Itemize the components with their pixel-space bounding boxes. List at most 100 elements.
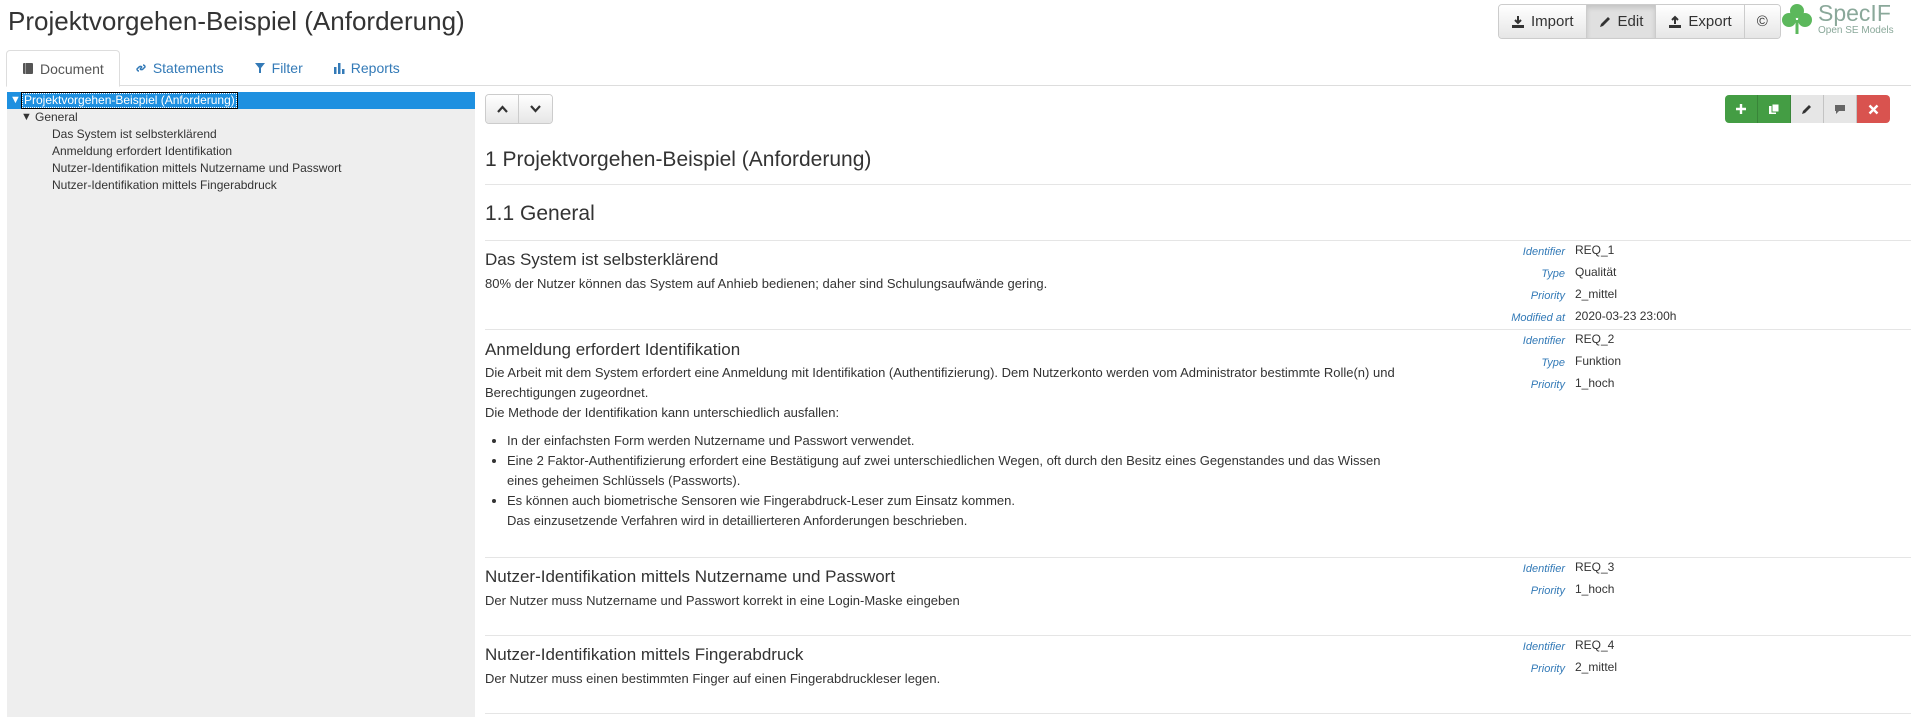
identifier-value: REQ_4 [1575, 638, 1615, 652]
resource-req-1[interactable]: Das System ist selbsterklärend 80% der N… [485, 240, 1911, 324]
view-tabs: Document Statements Filter Reports [6, 50, 1911, 87]
resource-properties: Identifier REQ_3 Priority 1_hoch [1485, 560, 1725, 604]
identifier-value: REQ_3 [1575, 560, 1615, 574]
priority-label: Priority [1530, 379, 1565, 391]
page-title: Projektvorgehen-Beispiel (Anforderung) [8, 6, 465, 36]
tree-folder-general[interactable]: ▼ General [7, 109, 475, 126]
import-label: Import [1531, 13, 1574, 30]
tree-item-label: Anmeldung erfordert Identifikation [52, 144, 233, 158]
resource-title: Nutzer-Identifikation mittels Nutzername… [485, 567, 896, 586]
about-button[interactable]: © [1744, 5, 1780, 38]
type-label: Type [1541, 357, 1565, 369]
resource-text: Der Nutzer muss einen bestimmten Finger … [485, 671, 941, 686]
copyright-label: © [1756, 13, 1768, 30]
resource-properties: Identifier REQ_4 Priority 2_mittel [1485, 638, 1725, 682]
identifier-value: REQ_1 [1575, 243, 1615, 257]
logo-subtitle: Open SE Models [1818, 25, 1894, 36]
divider [485, 184, 1911, 185]
resource-description: Die Arbeit mit dem System erfordert eine… [485, 363, 1415, 531]
priority-value: 1_hoch [1575, 582, 1615, 596]
tab-document-label: Document [40, 60, 104, 77]
priority-value: 2_mittel [1575, 287, 1618, 301]
edit-resource-button[interactable] [1791, 95, 1824, 123]
close-icon [1868, 104, 1879, 114]
link-icon [136, 64, 146, 72]
move-down-button[interactable] [519, 95, 552, 123]
tree-root-node[interactable]: ▼ Projektvorgehen-Beispiel (Anforderung) [7, 92, 475, 109]
identifier-value: REQ_2 [1575, 332, 1615, 346]
export-button[interactable]: Export [1656, 5, 1745, 38]
tree-collapse-icon[interactable]: ▼ [10, 92, 22, 109]
resource-properties: Identifier REQ_2 Type Funktion Priority 1_h… [1485, 332, 1725, 398]
tab-reports[interactable]: Reports [318, 50, 415, 86]
resource-title: Anmeldung erfordert Identifikation [485, 340, 741, 359]
resource-text: Die Methode der Identifikation kann unte… [485, 405, 840, 420]
hierarchy-tree: ▼ Projektvorgehen-Beispiel (Anforderung)… [7, 92, 475, 194]
resource-bullet-list: In der einfachsten Form werden Nutzernam… [507, 431, 1415, 531]
identifier-label: Identifier [1522, 335, 1565, 347]
resource-properties: Identifier REQ_1 Type Qualität Priority 2_m… [1485, 243, 1725, 331]
comment-button[interactable] [1824, 95, 1857, 123]
identifier-label: Identifier [1522, 563, 1565, 575]
resource-text: 80% der Nutzer können das System auf Anh… [485, 276, 1048, 291]
delete-button[interactable] [1857, 95, 1890, 123]
list-item: Eine 2 Faktor-Authentifizierung erforder… [507, 451, 1415, 491]
tree-item[interactable]: Nutzer-Identifikation mittels Nutzername… [7, 160, 475, 177]
priority-value: 1_hoch [1575, 376, 1615, 390]
document-pane: 1 Projektvorgehen-Beispiel (Anforderung)… [485, 92, 1911, 717]
tab-reports-label: Reports [350, 60, 400, 76]
resource-text: Der Nutzer muss Nutzername und Passwort … [485, 593, 960, 608]
edit-button[interactable]: Edit [1586, 5, 1657, 38]
clone-button[interactable] [1758, 95, 1791, 123]
document-heading-1: 1 Projektvorgehen-Beispiel (Anforderung) [485, 148, 872, 171]
tree-item-label: Nutzer-Identifikation mittels Fingerabdr… [52, 178, 277, 192]
export-icon [1669, 15, 1682, 28]
resource-action-buttons [1725, 95, 1890, 123]
resource-description: Der Nutzer muss Nutzername und Passwort … [485, 591, 1425, 611]
pencil-icon [1599, 17, 1610, 27]
list-item: Es können auch biometrische Sensoren wie… [507, 491, 1415, 531]
pencil-icon [1802, 105, 1811, 114]
tab-filter[interactable]: Filter [239, 50, 318, 86]
copy-icon [1769, 103, 1780, 114]
tree-folder-label: General [35, 110, 78, 124]
priority-label: Priority [1530, 663, 1565, 675]
import-icon [1512, 15, 1524, 28]
tree-collapse-icon[interactable]: ▼ [21, 109, 33, 126]
chevron-up-icon [496, 105, 508, 113]
clover-icon [1782, 4, 1812, 34]
resource-description: Der Nutzer muss einen bestimmten Finger … [485, 669, 1425, 689]
resource-req-3[interactable]: Nutzer-Identifikation mittels Nutzername… [485, 557, 1911, 632]
resource-req-4[interactable]: Nutzer-Identifikation mittels Fingerabdr… [485, 635, 1911, 710]
move-up-button[interactable] [486, 95, 519, 123]
edit-label: Edit [1617, 13, 1644, 30]
add-button[interactable] [1725, 95, 1758, 123]
resource-req-2[interactable]: Anmeldung erfordert Identifikation Die A… [485, 329, 1911, 549]
list-item-text: Es können auch biometrische Sensoren wie… [507, 493, 1015, 508]
modified-label: Modified at [1511, 312, 1565, 324]
import-button[interactable]: Import [1499, 5, 1587, 38]
type-value: Funktion [1575, 354, 1622, 368]
identifier-label: Identifier [1522, 246, 1565, 258]
tree-item[interactable]: Nutzer-Identifikation mittels Fingerabdr… [7, 177, 475, 194]
tab-document[interactable]: Document [6, 50, 120, 87]
main-toolbar: Import Edit Export © [1498, 4, 1781, 39]
priority-value: 2_mittel [1575, 660, 1618, 674]
specif-logo: SpecIF Open SE Models [1780, 2, 1894, 36]
tree-item-label: Das System ist selbsterklärend [52, 127, 217, 141]
bar-chart-icon [333, 63, 345, 74]
priority-label: Priority [1530, 585, 1565, 597]
resource-title: Das System ist selbsterklärend [485, 250, 719, 269]
divider [485, 713, 1911, 714]
type-value: Qualität [1575, 265, 1617, 279]
tree-item[interactable]: Das System ist selbsterklärend [7, 126, 475, 143]
tree-item[interactable]: Anmeldung erfordert Identifikation [7, 143, 475, 160]
tree-item-label: Nutzer-Identifikation mittels Nutzername… [52, 161, 342, 175]
tab-statements[interactable]: Statements [120, 50, 239, 86]
tab-statements-label: Statements [152, 60, 224, 76]
filter-icon [254, 63, 265, 73]
document-heading-2: 1.1 General [485, 202, 595, 225]
book-icon [23, 63, 33, 74]
type-label: Type [1541, 268, 1565, 280]
comment-icon [1835, 105, 1845, 114]
